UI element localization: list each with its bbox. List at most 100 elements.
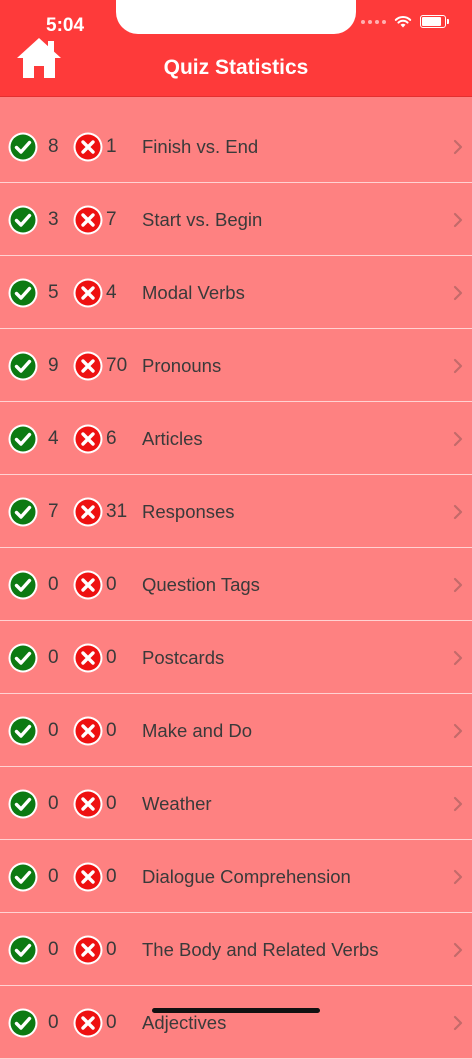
- x-mark-icon: [73, 205, 103, 235]
- checkmark-icon: [8, 935, 38, 965]
- wrong-count: 0: [106, 793, 117, 814]
- quiz-title: Dialogue Comprehension: [142, 866, 351, 887]
- list-item[interactable]: 8 1 Finish vs. End: [0, 110, 472, 183]
- list-item[interactable]: 0 0 Dialogue Comprehension: [0, 840, 472, 913]
- wrong-count: 0: [106, 647, 117, 668]
- chevron-right-icon: [453, 139, 463, 155]
- checkmark-icon: [8, 424, 38, 454]
- x-mark-icon: [73, 132, 103, 162]
- checkmark-icon: [8, 497, 38, 527]
- quiz-title: Question Tags: [142, 574, 260, 595]
- checkmark-icon: [8, 278, 38, 308]
- x-mark-icon: [73, 424, 103, 454]
- chevron-right-icon: [453, 869, 463, 885]
- chevron-right-icon: [453, 723, 463, 739]
- wrong-count: 7: [106, 209, 117, 230]
- wrong-count: 0: [106, 866, 117, 887]
- chevron-right-icon: [453, 358, 463, 374]
- list-item[interactable]: 0 0 Question Tags: [0, 548, 472, 621]
- correct-count: 4: [48, 428, 59, 449]
- list-item[interactable]: 0 0 Make and Do: [0, 694, 472, 767]
- x-mark-icon: [73, 862, 103, 892]
- wrong-count: 0: [106, 720, 117, 741]
- quiz-title: Start vs. Begin: [142, 209, 263, 230]
- wrong-count: 6: [106, 428, 117, 449]
- correct-count: 0: [48, 793, 59, 814]
- list-item[interactable]: 0 0 The Body and Related Verbs: [0, 913, 472, 986]
- status-icons: [361, 15, 449, 28]
- x-mark-icon: [73, 789, 103, 819]
- list-item[interactable]: 0 0 Weather: [0, 767, 472, 840]
- wrong-count: 0: [106, 939, 117, 960]
- home-indicator: [152, 1008, 320, 1013]
- quiz-title: Pronouns: [142, 355, 222, 376]
- quiz-title: Weather: [142, 793, 212, 814]
- wrong-count: 1: [106, 136, 117, 157]
- status-time: 5:04: [46, 15, 85, 36]
- chevron-right-icon: [453, 504, 463, 520]
- chevron-right-icon: [453, 942, 463, 958]
- quiz-title: Modal Verbs: [142, 282, 245, 303]
- checkmark-icon: [8, 570, 38, 600]
- battery-icon: [420, 15, 449, 28]
- list-item[interactable]: 0 0 Postcards: [0, 621, 472, 694]
- quiz-title: Finish vs. End: [142, 136, 259, 157]
- chevron-right-icon: [453, 650, 463, 666]
- correct-count: 0: [48, 574, 59, 595]
- quiz-title: The Body and Related Verbs: [142, 939, 379, 960]
- checkmark-icon: [8, 862, 38, 892]
- quiz-stats-list: 8 1 Finish vs. End 3 7 Start vs. Begin 5 4 Modal…: [0, 110, 472, 1059]
- checkmark-icon: [8, 643, 38, 673]
- correct-count: 5: [48, 282, 59, 303]
- correct-count: 9: [48, 355, 59, 376]
- chevron-right-icon: [453, 285, 463, 301]
- wrong-count: 4: [106, 282, 117, 303]
- quiz-title: Make and Do: [142, 720, 253, 741]
- x-mark-icon: [73, 643, 103, 673]
- chevron-right-icon: [453, 796, 463, 812]
- quiz-title: Articles: [142, 428, 203, 449]
- checkmark-icon: [8, 351, 38, 381]
- x-mark-icon: [73, 278, 103, 308]
- list-item[interactable]: 3 7 Start vs. Begin: [0, 183, 472, 256]
- correct-count: 3: [48, 209, 59, 230]
- wrong-count: 70: [106, 355, 128, 376]
- correct-count: 0: [48, 866, 59, 887]
- wrong-count: 0: [106, 574, 117, 595]
- correct-count: 0: [48, 1012, 59, 1033]
- wifi-icon: [394, 15, 412, 28]
- checkmark-icon: [8, 1008, 38, 1038]
- wrong-count: 0: [106, 1012, 117, 1033]
- checkmark-icon: [8, 716, 38, 746]
- x-mark-icon: [73, 570, 103, 600]
- wrong-count: 31: [106, 501, 128, 522]
- correct-count: 7: [48, 501, 59, 522]
- checkmark-icon: [8, 789, 38, 819]
- chevron-right-icon: [453, 212, 463, 228]
- signal-icon: [361, 19, 386, 24]
- x-mark-icon: [73, 716, 103, 746]
- chevron-right-icon: [453, 1015, 463, 1031]
- chevron-right-icon: [453, 431, 463, 447]
- x-mark-icon: [73, 351, 103, 381]
- x-mark-icon: [73, 935, 103, 965]
- list-item[interactable]: 4 6 Articles: [0, 402, 472, 475]
- list-item[interactable]: 0 0 Adjectives: [0, 986, 472, 1059]
- list-item[interactable]: 9 70 Pronouns: [0, 329, 472, 402]
- correct-count: 0: [48, 939, 59, 960]
- correct-count: 8: [48, 136, 59, 157]
- correct-count: 0: [48, 647, 59, 668]
- quiz-title: Adjectives: [142, 1012, 227, 1033]
- checkmark-icon: [8, 205, 38, 235]
- nav-header: 5:04 Quiz Statistics: [0, 0, 472, 97]
- checkmark-icon: [8, 132, 38, 162]
- quiz-title: Postcards: [142, 647, 225, 668]
- quiz-title: Responses: [142, 501, 235, 522]
- chevron-right-icon: [453, 577, 463, 593]
- correct-count: 0: [48, 720, 59, 741]
- x-mark-icon: [73, 497, 103, 527]
- list-item[interactable]: 7 31 Responses: [0, 475, 472, 548]
- page-title: Quiz Statistics: [163, 56, 309, 79]
- x-mark-icon: [73, 1008, 103, 1038]
- list-item[interactable]: 5 4 Modal Verbs: [0, 256, 472, 329]
